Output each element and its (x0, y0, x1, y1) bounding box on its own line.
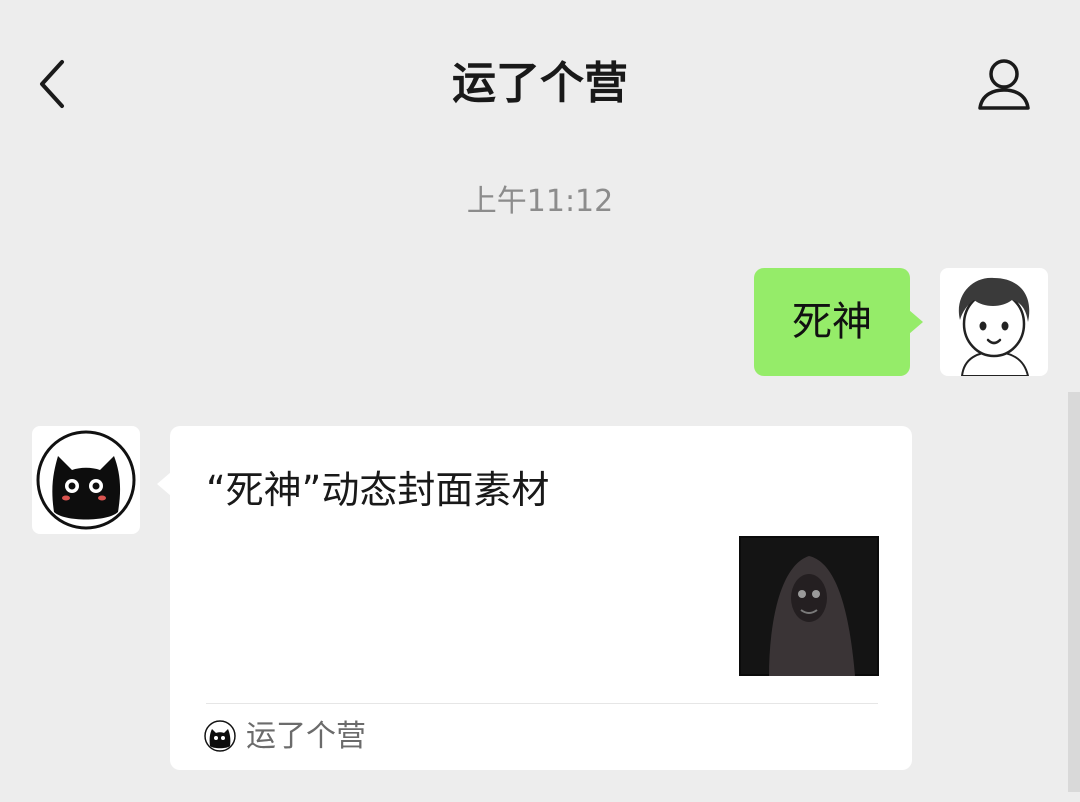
scrollbar-track[interactable] (1068, 392, 1080, 792)
card-title: “死神”动态封面素材 (206, 468, 550, 512)
chat-header: 运了个营 (0, 0, 1080, 170)
chat-title: 运了个营 (452, 58, 628, 109)
chevron-left-icon (40, 60, 64, 108)
card-divider (206, 703, 878, 704)
person-outline-icon (978, 59, 1030, 110)
hooded-reaper-thumbnail-icon (739, 536, 879, 676)
black-cat-icon (204, 720, 236, 752)
card-source-name: 运了个营 (246, 719, 366, 754)
cartoon-boy-avatar-icon (958, 277, 1030, 376)
back-button[interactable] (30, 52, 86, 116)
black-cat-icon (36, 430, 136, 530)
sender-avatar[interactable] (32, 426, 140, 534)
article-link-card[interactable]: “死神”动态封面素材 运了个营 (157, 426, 912, 770)
my-avatar[interactable] (940, 268, 1048, 376)
chat-info-button[interactable] (972, 52, 1036, 116)
message-timestamp: 上午11:12 (466, 184, 614, 219)
card-thumbnail (739, 536, 879, 676)
sent-message-bubble[interactable]: 死神 (754, 268, 923, 376)
